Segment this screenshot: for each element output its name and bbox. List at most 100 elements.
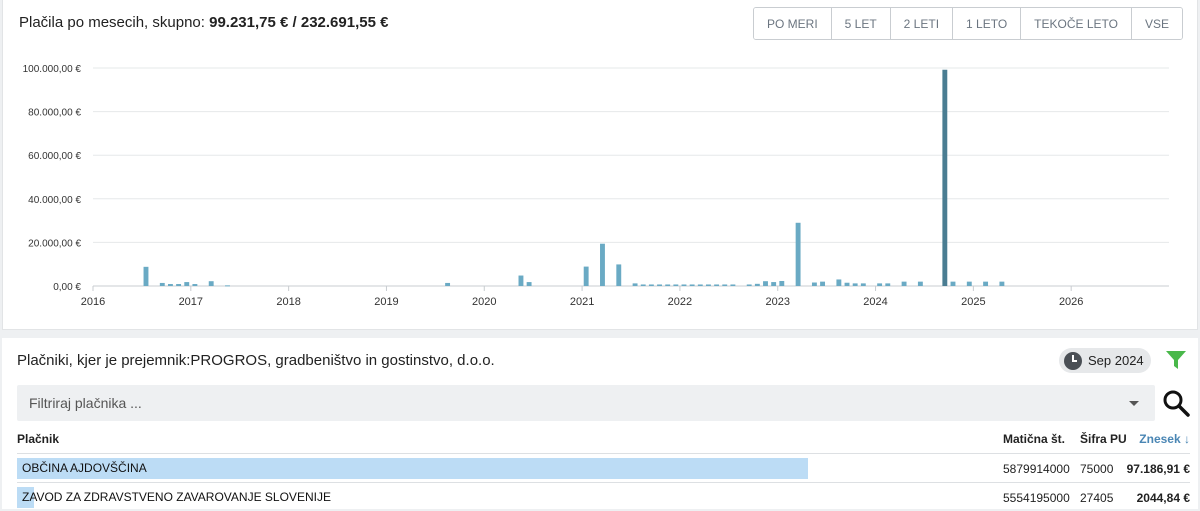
bar [616,264,622,286]
y-tick-label: 80.000,00 € [28,108,81,119]
bar [950,281,956,286]
bar [722,284,728,286]
bar [779,280,785,286]
x-tick-label: 2025 [961,296,985,308]
table-row[interactable]: ZAVOD ZA ZDRAVSTVENO ZAVAROVANJE SLOVENI… [17,482,1190,511]
x-tick-label: 2020 [472,296,496,308]
payer-filter-select[interactable]: Filtriraj plačnika ... [17,385,1155,421]
bar [795,222,801,286]
bar [730,284,736,286]
monthly-payments-panel: Plačila po mesecih, skupno: 99.231,75 € … [2,0,1198,330]
bar [714,284,720,286]
y-tick-label: 40.000,00 € [28,195,81,206]
budget-user-code: 27405 [1080,491,1114,505]
x-tick-label: 2024 [863,296,887,308]
selected-month-label: Sep 2024 [1088,353,1144,368]
bar [526,282,532,286]
bar [657,284,662,286]
bar [860,283,866,286]
bar [754,283,760,286]
bar [665,284,671,286]
y-tick-label: 0,00 € [53,282,81,293]
bar [763,281,768,286]
payment-amount: 97.186,91 € [1126,462,1190,476]
bar [632,283,638,286]
payers-title: Plačniki, kjer je prejemnik:PROGROS, gra… [17,352,495,369]
bar [844,282,850,286]
bar [917,281,923,286]
bar [600,243,605,286]
range-current-year-button[interactable]: TEKOČE LETO [1020,8,1131,39]
bar [705,284,711,286]
payment-amount: 2044,84 € [1136,491,1190,505]
range-all-button[interactable]: VSE [1130,8,1182,39]
bar [143,266,149,286]
bar [192,284,198,286]
monthly-payments-chart: 100.000,00 € 80.000,00 € 60.000,00 € 40.000… [23,64,1169,308]
range-2-years-button[interactable]: 2 LETI [889,8,953,39]
budget-user-code: 75000 [1080,462,1114,476]
x-tick-label: 2022 [668,296,692,308]
bar [983,281,989,286]
bar [901,281,907,286]
bar [689,284,695,286]
bar [999,281,1005,286]
bar [167,284,173,286]
time-range-selector: PO MERI 5 LET 2 LETI 1 LETO TEKOČE LETO … [752,7,1183,40]
bar [771,282,777,286]
search-icon[interactable] [1162,389,1190,417]
bar [176,284,182,286]
selected-month-badge[interactable]: Sep 2024 [1059,348,1151,373]
payers-panel: Plačniki, kjer je prejemnik:PROGROS, gra… [2,338,1198,509]
column-payer[interactable]: Plačnik [17,432,59,446]
table-row[interactable]: OBČINA AJDOVŠČINA 5879914000 75000 97.18… [17,453,1190,482]
bar [836,279,842,286]
chart-title: Plačila po mesecih, skupno: 99.231,75 € … [19,14,388,31]
bar [225,285,230,287]
bar [877,283,883,286]
bar [640,284,646,286]
y-tick-label: 60.000,00 € [28,151,81,162]
bar [746,284,752,286]
bar [648,284,654,286]
payer-name: ZAVOD ZA ZDRAVSTVENO ZAVAROVANJE SLOVENI… [22,490,331,504]
bar [208,281,214,286]
registration-number: 5879914000 [1003,462,1070,476]
bar [966,281,972,286]
column-registration-number[interactable]: Matična št. [1003,432,1065,446]
range-1-year-button[interactable]: 1 LETO [952,8,1021,39]
dropdown-caret-icon [1129,401,1139,406]
bar [942,69,948,286]
bar [885,283,891,286]
clock-icon [1064,351,1082,370]
x-tick-label: 2017 [179,296,203,308]
column-amount-sorted[interactable]: Znesek ↓ [1139,432,1190,446]
y-tick-label: 20.000,00 € [28,238,81,249]
x-tick-label: 2026 [1059,296,1083,308]
bar [811,282,817,286]
payer-name: OBČINA AJDOVŠČINA [22,461,147,475]
x-tick-label: 2023 [765,296,789,308]
y-tick-label: 100.000,00 € [23,64,82,75]
bar [184,282,190,286]
x-tick-label: 2019 [374,296,398,308]
registration-number: 5554195000 [1003,491,1070,505]
bar [681,284,687,286]
bar [852,283,858,286]
column-budget-user-code[interactable]: Šifra PU [1080,432,1127,446]
chart-title-prefix: Plačila po mesecih, skupno: [19,14,210,31]
bar [445,282,451,286]
filter-funnel-icon[interactable] [1165,350,1187,370]
bar [583,266,589,286]
bar [518,275,524,286]
bar [673,284,679,286]
chart-title-amount: 99.231,75 € / 232.691,55 € [209,14,389,31]
x-tick-label: 2018 [276,296,300,308]
bar [697,284,703,286]
bar [820,281,826,286]
range-5-years-button[interactable]: 5 LET [830,8,890,39]
range-custom-button[interactable]: PO MERI [753,8,831,39]
payer-filter-placeholder: Filtriraj plačnika ... [29,395,142,411]
bar [159,282,165,286]
x-tick-label: 2021 [570,296,594,308]
